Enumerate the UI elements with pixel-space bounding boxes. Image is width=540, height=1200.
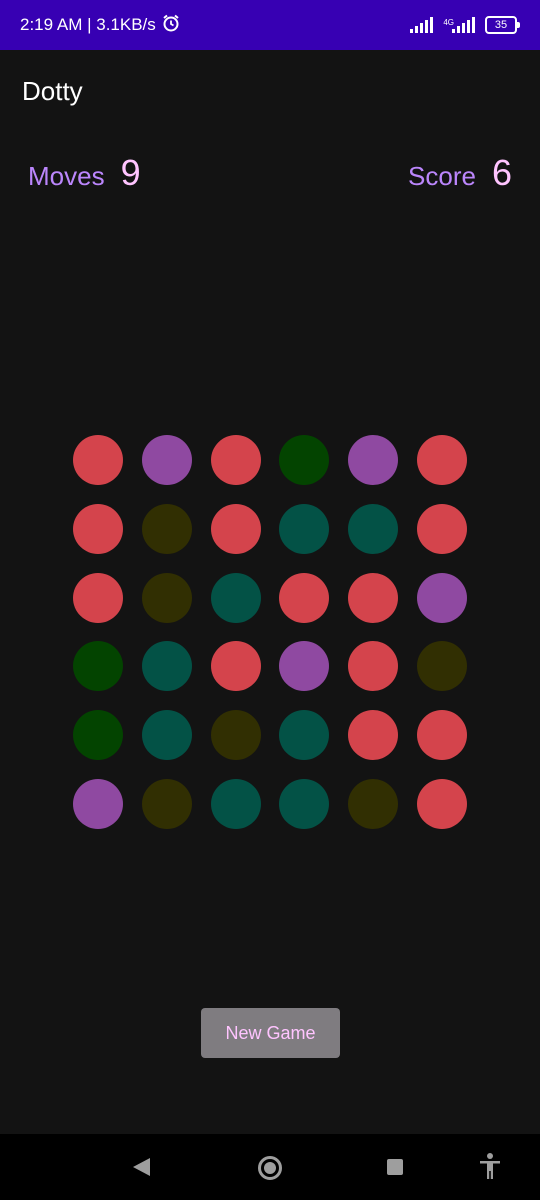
home-icon[interactable] [258, 1156, 282, 1180]
dot-red[interactable] [73, 435, 123, 485]
status-right: 4G 35 [410, 16, 520, 34]
dot-red[interactable] [348, 572, 399, 623]
status-left: 2:19 AM | 3.1KB/s [20, 14, 180, 37]
dot-teal[interactable] [210, 572, 261, 623]
dot-red[interactable] [73, 572, 123, 623]
navigation-bar [0, 1134, 540, 1200]
moves-value: 9 [120, 152, 141, 193]
dot-purple[interactable] [73, 778, 123, 829]
dot-teal[interactable] [348, 503, 399, 554]
dot-red[interactable] [210, 641, 261, 692]
dot-red[interactable] [416, 778, 467, 829]
dot-olive[interactable] [416, 641, 467, 692]
dot-red[interactable] [416, 710, 467, 761]
dot-red[interactable] [348, 641, 399, 692]
status-time-speed: 2:19 AM | 3.1KB/s [20, 15, 156, 34]
network-label: 4G [443, 18, 454, 27]
new-game-button[interactable]: New Game [201, 1008, 340, 1058]
dot-green[interactable] [73, 710, 123, 761]
dot-teal[interactable] [141, 710, 192, 761]
battery-level: 35 [485, 16, 517, 34]
dot-teal[interactable] [279, 778, 330, 829]
dot-olive[interactable] [141, 572, 192, 623]
dot-red[interactable] [279, 572, 330, 623]
dot-teal[interactable] [210, 778, 261, 829]
dot-green[interactable] [73, 641, 123, 692]
dot-purple[interactable] [279, 641, 330, 692]
moves-counter: Moves 9 [28, 152, 141, 194]
signal-4g-icon: 4G [443, 17, 475, 33]
status-bar: 2:19 AM | 3.1KB/s 4G 35 [0, 0, 540, 50]
score-label: Score [408, 161, 476, 191]
dot-purple[interactable] [141, 435, 192, 485]
battery-icon: 35 [485, 16, 520, 34]
signal-icon [410, 17, 434, 33]
score-counter: Score 6 [408, 152, 512, 194]
dot-teal[interactable] [279, 503, 330, 554]
dot-olive[interactable] [210, 710, 261, 761]
dot-red[interactable] [416, 503, 467, 554]
dot-olive[interactable] [141, 503, 192, 554]
dot-green[interactable] [279, 435, 330, 485]
dot-red[interactable] [210, 503, 261, 554]
score-value: 6 [491, 152, 512, 193]
moves-label: Moves [28, 161, 105, 191]
dot-grid[interactable] [73, 435, 467, 829]
dot-red[interactable] [210, 435, 261, 485]
recents-icon[interactable] [387, 1159, 403, 1175]
alarm-icon [162, 14, 180, 37]
dot-olive[interactable] [141, 778, 192, 829]
dot-olive[interactable] [348, 778, 399, 829]
app-title: Dotty [22, 76, 83, 106]
dot-purple[interactable] [416, 572, 467, 623]
dot-red[interactable] [73, 503, 123, 554]
dot-red[interactable] [348, 710, 399, 761]
back-icon[interactable] [133, 1158, 150, 1176]
dot-purple[interactable] [348, 435, 399, 485]
dot-teal[interactable] [279, 710, 330, 761]
dot-teal[interactable] [141, 641, 192, 692]
dot-red[interactable] [416, 435, 467, 485]
accessibility-icon[interactable] [478, 1152, 502, 1185]
